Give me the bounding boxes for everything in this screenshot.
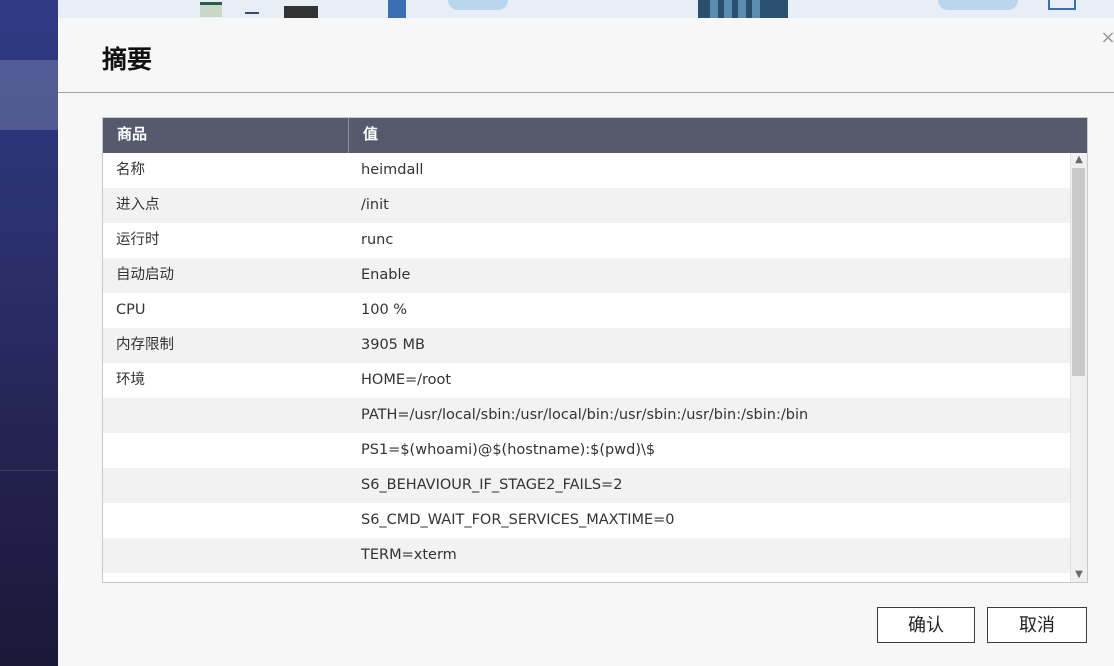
table-row[interactable]: 环境 HOME=/root (103, 363, 1071, 398)
table-row[interactable]: 名称 heimdall (103, 153, 1071, 188)
background-graphic (698, 0, 788, 18)
background-graphic (245, 0, 259, 14)
row-value-cell: runc (361, 223, 393, 258)
row-item-cell: 自动启动 (116, 258, 174, 293)
background-graphic (200, 2, 222, 17)
row-item-cell: 名称 (116, 153, 145, 188)
confirm-button[interactable]: 确认 (877, 607, 975, 643)
cancel-button[interactable]: 取消 (987, 607, 1087, 643)
background-sidebar-divider (0, 470, 58, 471)
row-value-cell: 100 % (361, 293, 407, 328)
summary-table: 商品 值 名称heimdall进入点/init运行时runc自动启动Enable… (102, 117, 1088, 583)
row-value-cell: TERM=xterm (361, 538, 457, 573)
background-graphic (448, 0, 508, 10)
close-icon[interactable]: × (1098, 28, 1114, 48)
background-graphic (938, 0, 1018, 10)
row-value-cell: PS1=$(whoami)@$(hostname):$(pwd)\$ (361, 433, 655, 468)
table-body: 名称heimdall进入点/init运行时runc自动启动EnableCPU10… (103, 153, 1071, 582)
background-sidebar (0, 0, 58, 666)
dialog-title: 摘要 (102, 40, 152, 76)
column-header-value[interactable]: 值 (348, 118, 378, 153)
scrollbar-thumb[interactable] (1072, 168, 1085, 376)
table-header: 商品 值 (103, 118, 1087, 153)
background-sidebar-selected-item (0, 60, 58, 130)
row-value-cell: heimdall (361, 153, 423, 188)
row-value-cell: S6_CMD_WAIT_FOR_SERVICES_MAXTIME=0 (361, 503, 675, 538)
row-item-cell: 内存限制 (116, 328, 174, 363)
background-banner (58, 0, 1114, 18)
table-row[interactable]: 自动启动 Enable (103, 258, 1071, 293)
table-row[interactable]: S6_BEHAVIOUR_IF_STAGE2_FAILS=2 (103, 468, 1071, 503)
table-row[interactable]: CPU 100 % (103, 293, 1071, 328)
row-item-cell: 环境 (116, 363, 145, 398)
scroll-down-arrow-icon[interactable]: ▼ (1071, 568, 1087, 582)
row-value-cell: 3905 MB (361, 328, 425, 363)
scroll-up-arrow-icon[interactable]: ▲ (1071, 153, 1087, 167)
table-row[interactable]: PS1=$(whoami)@$(hostname):$(pwd)\$ (103, 433, 1071, 468)
table-row[interactable]: PATH=/usr/local/sbin:/usr/local/bin:/usr… (103, 398, 1071, 433)
row-value-cell: Enable (361, 258, 410, 293)
background-graphic (388, 0, 406, 18)
row-value-cell: S6_BEHAVIOUR_IF_STAGE2_FAILS=2 (361, 468, 622, 503)
background-graphic (284, 6, 318, 18)
background-graphic (1048, 0, 1076, 10)
row-item-cell: 运行时 (116, 223, 160, 258)
row-value-cell: PATH=/usr/local/sbin:/usr/local/bin:/usr… (361, 398, 808, 433)
table-row[interactable]: 运行时 runc (103, 223, 1071, 258)
table-row[interactable]: 内存限制 3905 MB (103, 328, 1071, 363)
table-row[interactable]: 进入点/init (103, 188, 1071, 223)
row-value-cell: /init (361, 188, 389, 223)
row-item-cell: 进入点 (116, 188, 160, 223)
row-value-cell: HOME=/root (361, 363, 451, 398)
table-row[interactable]: TERM=xterm (103, 538, 1071, 573)
header-divider (58, 92, 1114, 93)
summary-dialog: × 摘要 商品 值 名称heimdall进入点/init运行时runc自动启动E… (58, 18, 1114, 666)
column-header-item[interactable]: 商品 (117, 118, 147, 153)
table-row[interactable] (103, 573, 1071, 582)
vertical-scrollbar[interactable]: ▲ ▼ (1070, 153, 1087, 582)
table-row[interactable]: S6_CMD_WAIT_FOR_SERVICES_MAXTIME=0 (103, 503, 1071, 538)
row-item-cell: CPU (116, 293, 145, 328)
